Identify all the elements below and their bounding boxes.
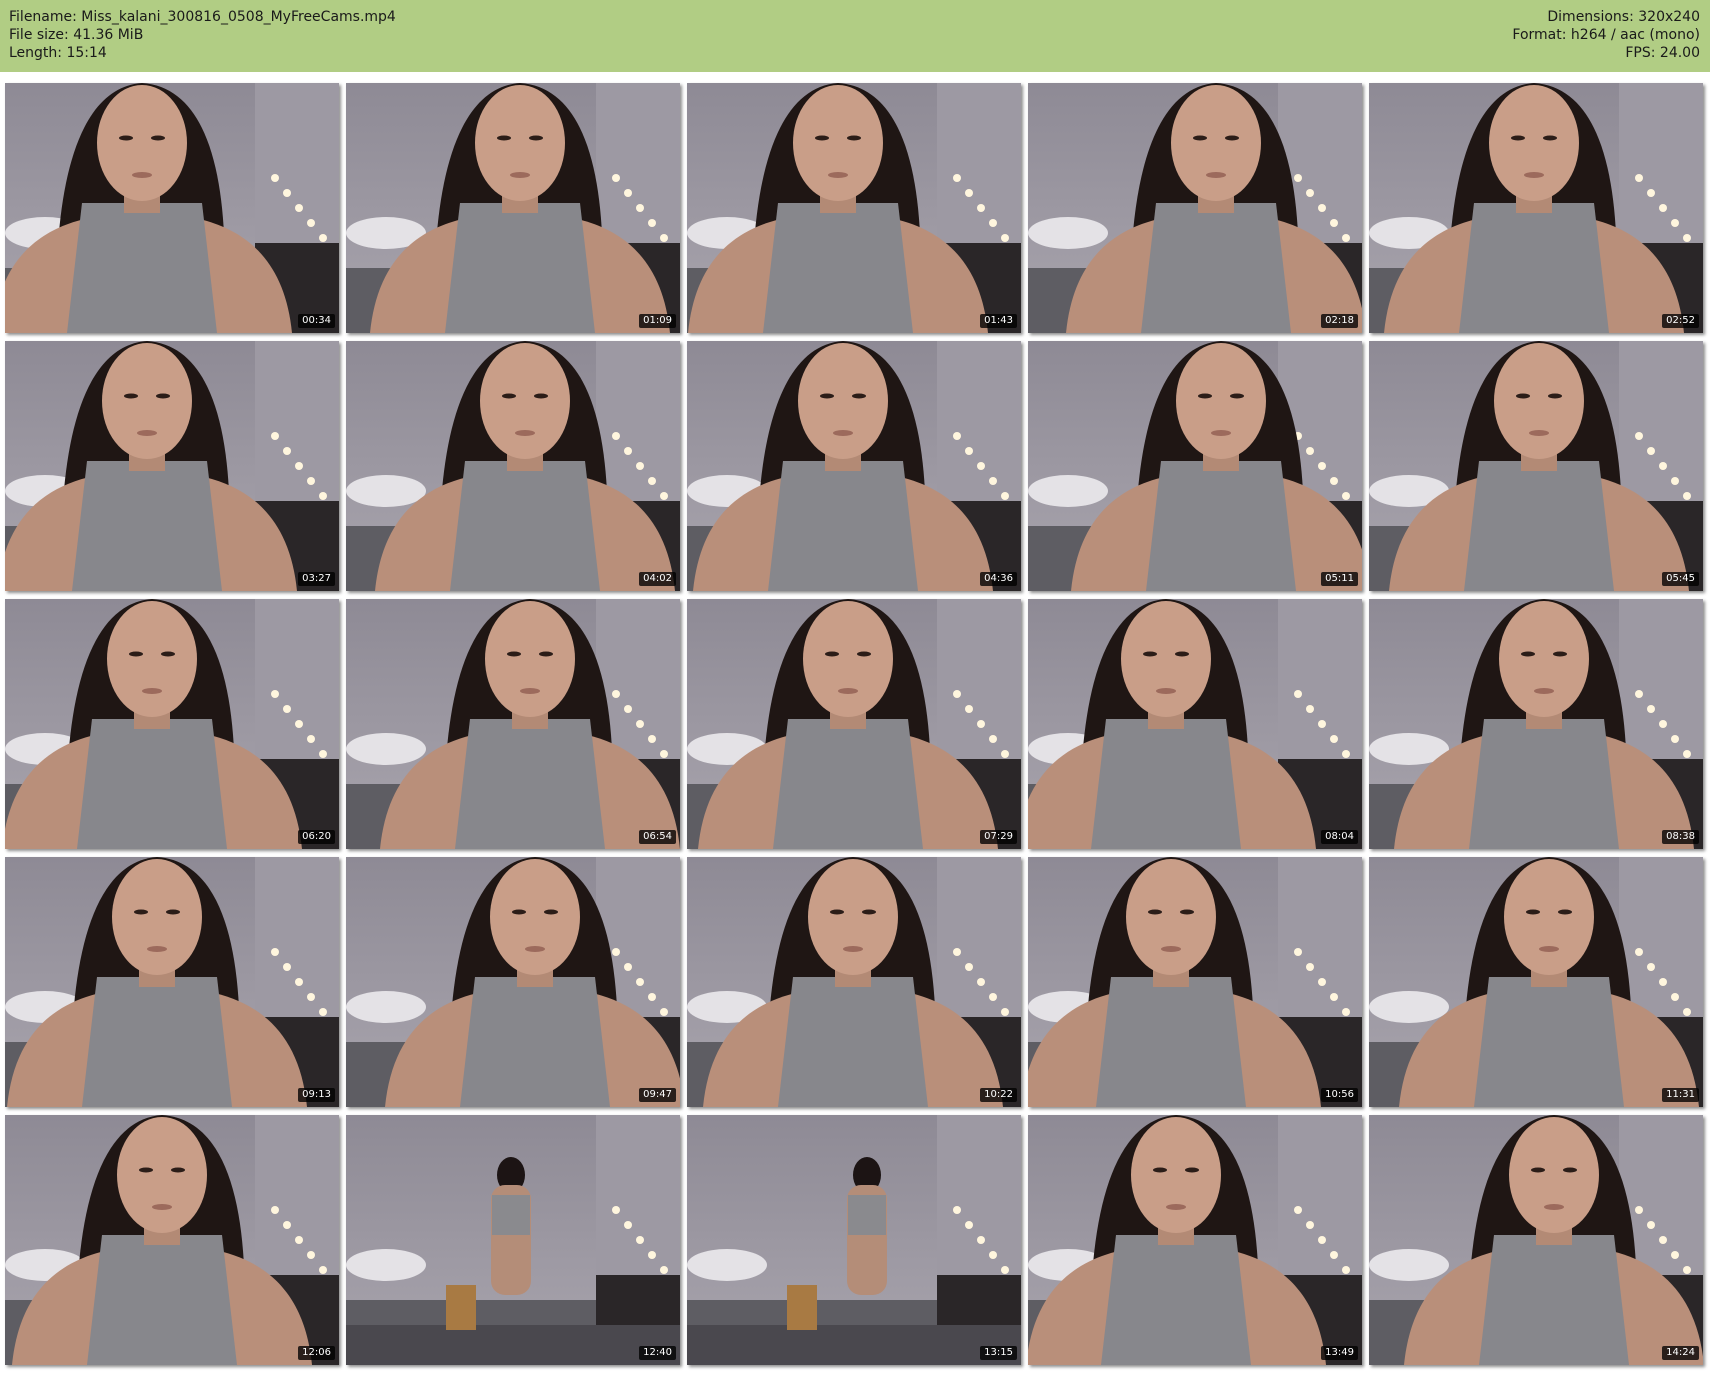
thumbnail: 07:29 bbox=[687, 599, 1021, 849]
thumbnail: 13:15 bbox=[687, 1115, 1021, 1365]
thumbnail-frame-image bbox=[346, 857, 680, 1107]
thumbnail-timestamp: 05:11 bbox=[1321, 572, 1358, 586]
thumbnail-frame-image bbox=[5, 599, 339, 849]
thumbnail-frame-image bbox=[687, 83, 1021, 333]
thumbnail-timestamp: 10:22 bbox=[980, 1088, 1017, 1102]
thumbnail: 00:34 bbox=[5, 83, 339, 333]
thumbnail: 12:40 bbox=[346, 1115, 680, 1365]
thumbnail-timestamp: 01:09 bbox=[639, 314, 676, 328]
thumbnail: 05:45 bbox=[1369, 341, 1703, 591]
thumbnail-frame-image bbox=[1369, 341, 1703, 591]
thumbnail-timestamp: 08:04 bbox=[1321, 830, 1358, 844]
thumbnail-frame-image bbox=[1028, 599, 1362, 849]
thumbnail-timestamp: 13:49 bbox=[1321, 1346, 1358, 1360]
thumbnail-timestamp: 06:54 bbox=[639, 830, 676, 844]
thumbnail-timestamp: 13:15 bbox=[980, 1346, 1017, 1360]
thumbnail-timestamp: 04:02 bbox=[639, 572, 676, 586]
thumbnail-frame-image bbox=[5, 341, 339, 591]
thumbnail: 02:52 bbox=[1369, 83, 1703, 333]
thumbnail: 09:13 bbox=[5, 857, 339, 1107]
thumbnail-grid: 00:34 01:09 01:43 02:18 02:52 03:27 04:02 04:36… bbox=[0, 0, 1710, 1373]
thumbnail-timestamp: 08:38 bbox=[1662, 830, 1699, 844]
thumbnail: 10:22 bbox=[687, 857, 1021, 1107]
thumbnail-timestamp: 02:52 bbox=[1662, 314, 1699, 328]
thumbnail-frame-image bbox=[5, 1115, 339, 1365]
thumbnail: 14:24 bbox=[1369, 1115, 1703, 1365]
thumbnail: 04:02 bbox=[346, 341, 680, 591]
thumbnail: 02:18 bbox=[1028, 83, 1362, 333]
thumbnail-frame-image bbox=[346, 599, 680, 849]
thumbnail-frame-image bbox=[5, 83, 339, 333]
thumbnail: 04:36 bbox=[687, 341, 1021, 591]
thumbnail-frame-image bbox=[687, 857, 1021, 1107]
thumbnail-frame-image bbox=[1369, 1115, 1703, 1365]
thumbnail-frame-image bbox=[687, 599, 1021, 849]
thumbnail: 01:09 bbox=[346, 83, 680, 333]
thumbnail-frame-image bbox=[346, 341, 680, 591]
thumbnail-timestamp: 01:43 bbox=[980, 314, 1017, 328]
thumbnail-timestamp: 09:47 bbox=[639, 1088, 676, 1102]
thumbnail: 13:49 bbox=[1028, 1115, 1362, 1365]
thumbnail-timestamp: 00:34 bbox=[298, 314, 335, 328]
thumbnail-timestamp: 12:40 bbox=[639, 1346, 676, 1360]
thumbnail: 11:31 bbox=[1369, 857, 1703, 1107]
thumbnail: 08:38 bbox=[1369, 599, 1703, 849]
thumbnail-frame-image bbox=[1369, 83, 1703, 333]
thumbnail-timestamp: 07:29 bbox=[980, 830, 1017, 844]
thumbnail-timestamp: 14:24 bbox=[1662, 1346, 1699, 1360]
thumbnail-frame-image bbox=[687, 1115, 1021, 1365]
thumbnail: 03:27 bbox=[5, 341, 339, 591]
thumbnail: 10:56 bbox=[1028, 857, 1362, 1107]
thumbnail-frame-image bbox=[1028, 1115, 1362, 1365]
thumbnail-timestamp: 09:13 bbox=[298, 1088, 335, 1102]
thumbnail-frame-image bbox=[1369, 857, 1703, 1107]
thumbnail-frame-image bbox=[687, 341, 1021, 591]
thumbnail: 12:06 bbox=[5, 1115, 339, 1365]
thumbnail-timestamp: 03:27 bbox=[298, 572, 335, 586]
thumbnail-timestamp: 02:18 bbox=[1321, 314, 1358, 328]
thumbnail: 08:04 bbox=[1028, 599, 1362, 849]
thumbnail-timestamp: 10:56 bbox=[1321, 1088, 1358, 1102]
thumbnail-frame-image bbox=[1028, 83, 1362, 333]
thumbnail-frame-image bbox=[1369, 599, 1703, 849]
thumbnail-frame-image bbox=[346, 1115, 680, 1365]
thumbnail: 09:47 bbox=[346, 857, 680, 1107]
thumbnail-frame-image bbox=[1028, 341, 1362, 591]
thumbnail-timestamp: 05:45 bbox=[1662, 572, 1699, 586]
thumbnail: 06:20 bbox=[5, 599, 339, 849]
thumbnail-frame-image bbox=[1028, 857, 1362, 1107]
thumbnail-timestamp: 12:06 bbox=[298, 1346, 335, 1360]
thumbnail: 06:54 bbox=[346, 599, 680, 849]
thumbnail: 05:11 bbox=[1028, 341, 1362, 591]
thumbnail-timestamp: 04:36 bbox=[980, 572, 1017, 586]
thumbnail-frame-image bbox=[346, 83, 680, 333]
thumbnail-timestamp: 06:20 bbox=[298, 830, 335, 844]
thumbnail: 01:43 bbox=[687, 83, 1021, 333]
thumbnail-frame-image bbox=[5, 857, 339, 1107]
thumbnail-timestamp: 11:31 bbox=[1662, 1088, 1699, 1102]
